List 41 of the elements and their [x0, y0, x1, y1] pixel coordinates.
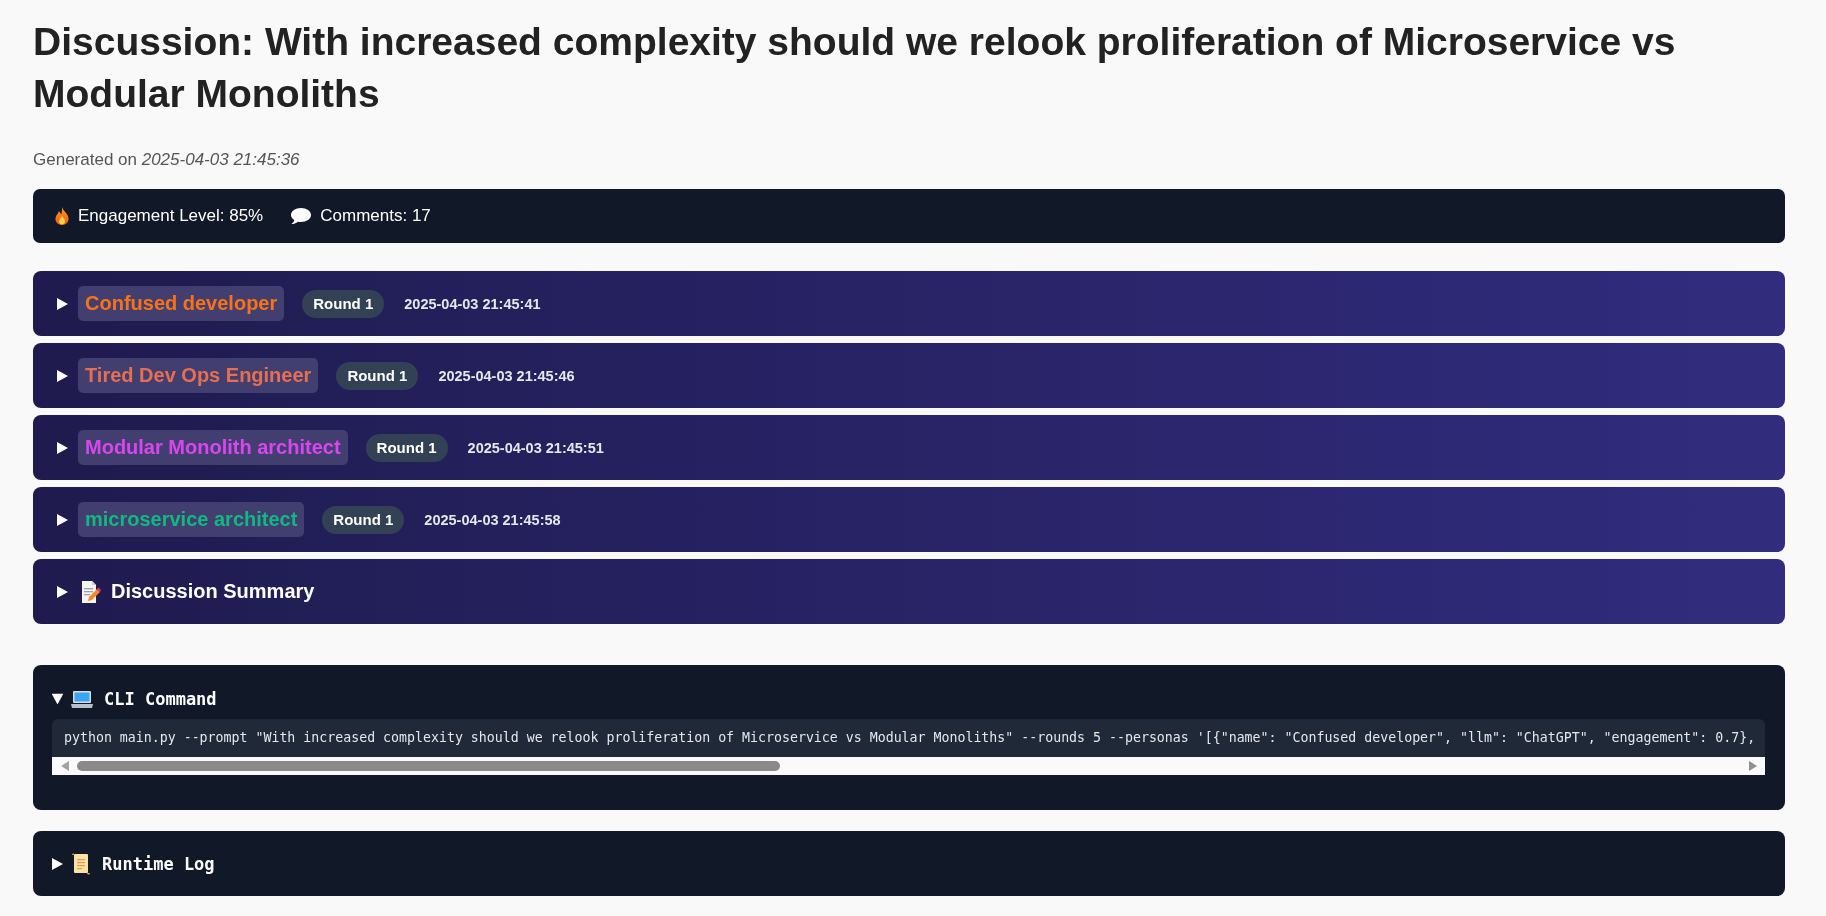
message-timestamp: 2025-04-03 21:45:58	[424, 511, 561, 528]
cli-command-title: CLI Command	[104, 689, 217, 709]
stat-label: Engagement Level: 85%	[78, 206, 264, 226]
round-badge: Round 1	[365, 433, 448, 462]
round-badge: Round 1	[322, 505, 405, 534]
arrow-right-icon[interactable]	[1749, 761, 1757, 771]
round-badge: Round 1	[336, 361, 419, 390]
persona-name: Tired Dev Ops Engineer	[85, 364, 312, 387]
runtime-log-title: Runtime Log	[102, 853, 215, 874]
scrollbar-thumb[interactable]	[77, 761, 780, 771]
persona-name: Modular Monolith architect	[85, 436, 341, 459]
laptop-icon	[71, 690, 93, 708]
memo-icon	[80, 580, 101, 603]
command-code-block: python main.py --prompt "With increased complexity should we relook proliferation of Microservice vs Modular Monoliths" --rounds 5 --personas '[{"name": "Confused developer", "llm": "ChatGPT", "engagement": 0.7},	[52, 719, 1765, 757]
triangle-icon[interactable]	[57, 297, 68, 310]
page-title: Discussion: With increased complexity should we relook proliferation of Microservice vs Modular Monoliths	[33, 19, 1677, 117]
persona-name: Confused developer	[85, 292, 278, 315]
message-header[interactable]: microservice architect Round 1 2025-04-03 21:45:58	[33, 487, 1785, 552]
scrollbar-track[interactable]	[52, 757, 1765, 775]
triangle-icon[interactable]	[52, 857, 63, 870]
triangle-icon[interactable]	[51, 693, 64, 705]
message-header[interactable]: Tired Dev Ops Engineer Round 1 2025-04-03 21:45:46	[33, 343, 1785, 408]
message-header[interactable]: Modular Monolith architect Round 1 2025-04-03 21:45:51	[33, 415, 1785, 480]
runtime-log-panel[interactable]: Runtime Log	[33, 831, 1785, 896]
generated-timestamp: Generated on 2025-04-03 21:45:36	[33, 149, 300, 171]
message-timestamp: 2025-04-03 21:45:51	[467, 439, 604, 456]
stat-label: Comments: 17	[320, 206, 431, 226]
scroll-icon	[71, 852, 91, 875]
round-badge: Round 1	[302, 289, 385, 318]
triangle-icon[interactable]	[57, 369, 68, 382]
message-header[interactable]: Confused developer Round 1 2025-04-03 21:45:41	[33, 271, 1785, 336]
triangle-icon[interactable]	[57, 513, 68, 526]
persona-name: microservice architect	[85, 508, 298, 531]
summary-title: Discussion Summary	[111, 580, 315, 603]
flame-icon	[55, 207, 69, 225]
summary-header[interactable]: Discussion Summary	[33, 559, 1785, 624]
speech-bubble-icon	[291, 208, 312, 224]
triangle-icon[interactable]	[57, 585, 68, 598]
message-timestamp: 2025-04-03 21:45:46	[438, 367, 575, 384]
triangle-icon[interactable]	[57, 441, 68, 454]
message-timestamp: 2025-04-03 21:45:41	[404, 295, 541, 312]
